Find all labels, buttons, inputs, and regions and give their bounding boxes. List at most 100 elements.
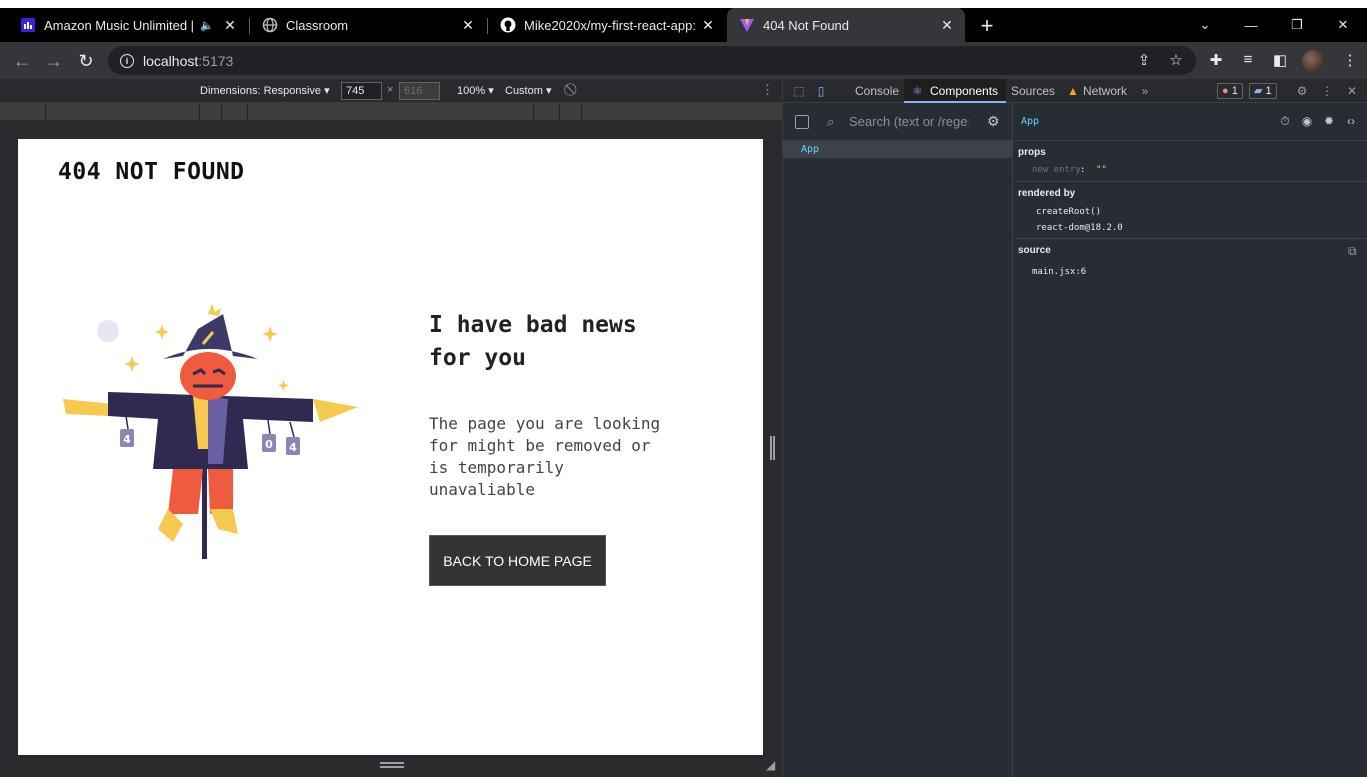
view-source-icon[interactable]: ‹›	[1343, 114, 1359, 128]
error-heading: I have bad news for you	[429, 312, 637, 371]
new-prop-key[interactable]: new entry	[1032, 165, 1081, 175]
tab-search-icon[interactable]: ⌄	[1182, 8, 1228, 42]
component-details-pane: App ⏱ ◉ ✹ ‹› props new entry : "" render…	[1014, 103, 1367, 777]
stopwatch-icon[interactable]: ⏱	[1277, 114, 1293, 129]
debug-bug-icon[interactable]: ✹	[1321, 114, 1337, 128]
can-label-right: 4	[289, 441, 297, 454]
speaker-icon[interactable]: 🔈	[200, 19, 214, 32]
tab-amazon-music[interactable]: Amazon Music Unlimited | St 🔈 ✕	[8, 8, 248, 42]
scarecrow-illustration: 4 0 4	[63, 304, 358, 559]
message-icon: ▰	[1254, 85, 1263, 97]
tab-github[interactable]: Mike2020x/my-first-react-app: Le ✕	[488, 8, 726, 42]
site-info-icon[interactable]: i	[120, 53, 134, 68]
address-bar[interactable]: i localhost:5173 ⇪ ☆	[108, 46, 1196, 75]
tree-settings-icon[interactable]: ⚙	[987, 113, 1000, 130]
select-component-icon[interactable]	[795, 115, 809, 129]
warning-icon: ▲	[1067, 84, 1079, 98]
close-tab-icon[interactable]: ✕	[698, 17, 718, 34]
viewport-width-resize-handle[interactable]	[770, 436, 775, 460]
new-prop-value[interactable]: ""	[1096, 165, 1107, 175]
new-tab-button[interactable]: +	[976, 15, 998, 38]
error-icon: ●	[1222, 85, 1229, 97]
component-tree-pane: ⌕ Search (text or /rege: ⚙ App	[783, 103, 1013, 777]
tree-row-app[interactable]: App	[783, 141, 1012, 158]
tab-title: Amazon Music Unlimited | St	[44, 17, 195, 33]
media-control-icon[interactable]: ≡	[1238, 51, 1258, 71]
device-toolbar: Dimensions: Responsive ▾ 745 × 616 100% …	[0, 79, 782, 103]
profile-avatar[interactable]	[1302, 50, 1324, 72]
url-port: :5173	[198, 52, 234, 69]
props-heading: props	[1018, 147, 1046, 158]
search-icon: ⌕	[827, 114, 835, 129]
browser-toolbar: ← → ↻ i localhost:5173 ⇪ ☆ ✚ ≡ ◧ ⋮	[0, 42, 1367, 79]
inspect-dom-eye-icon[interactable]: ◉	[1299, 114, 1315, 128]
close-tab-icon[interactable]: ✕	[220, 17, 240, 34]
tab-sources[interactable]: Sources	[1003, 79, 1063, 103]
source-file-link[interactable]: main.jsx:6	[1032, 267, 1086, 277]
viewport-height-resize-handle[interactable]	[380, 762, 404, 768]
react-icon: ⚛	[912, 84, 923, 98]
dimensions-dropdown[interactable]: Dimensions: Responsive ▾	[200, 84, 330, 97]
devtools-panel: ⬚ ▯ Console ⚛ Components Sources ▲ Network…	[782, 79, 1367, 777]
source-section: source main.jsx:6 ⧉	[1014, 239, 1367, 279]
tree-row-label: App	[801, 144, 820, 155]
can-label-left: 4	[123, 433, 131, 446]
rendered-by-heading: rendered by	[1018, 188, 1076, 199]
devtools-close-icon[interactable]: ✕	[1344, 83, 1360, 99]
dimension-separator: ×	[387, 84, 394, 96]
tab-bar: Amazon Music Unlimited | St 🔈 ✕ Classroo…	[0, 8, 1367, 42]
github-icon	[500, 17, 516, 33]
back-arrow-icon[interactable]: ←	[9, 48, 35, 74]
url-host: localhost	[143, 52, 199, 69]
bookmark-star-icon[interactable]: ☆	[1167, 51, 1185, 69]
devtools-tab-bar: ⬚ ▯ Console ⚛ Components Sources ▲ Network…	[783, 79, 1367, 103]
throttle-dropdown[interactable]: Custom ▾	[505, 84, 551, 97]
viewport-corner-resize-icon[interactable]: ◢	[766, 758, 775, 772]
inspect-element-icon[interactable]: ⬚	[791, 83, 807, 99]
devtools-settings-icon[interactable]: ⚙	[1294, 83, 1310, 99]
tab-title: 404 Not Found	[763, 17, 850, 33]
vite-icon	[739, 17, 755, 33]
device-options-icon[interactable]: ⋮	[761, 82, 774, 98]
width-input[interactable]: 745	[341, 82, 382, 100]
copy-icon[interactable]: ⧉	[1348, 244, 1357, 259]
zoom-dropdown[interactable]: 100% ▾	[457, 84, 494, 97]
back-to-home-button[interactable]: BACK TO HOME PAGE	[429, 535, 606, 586]
forward-arrow-icon[interactable]: →	[41, 48, 67, 74]
error-description: The page you are looking for might be re…	[429, 414, 661, 499]
selected-component-name: App	[1021, 116, 1040, 127]
devtools-menu-icon[interactable]: ⋮	[1319, 83, 1335, 99]
amazon-music-icon	[20, 17, 36, 33]
page-title: 404 NOT FOUND	[58, 159, 245, 185]
tab-classroom[interactable]: Classroom ✕	[250, 8, 486, 42]
more-tabs-icon[interactable]: »	[1137, 83, 1153, 99]
tab-components[interactable]: ⚛ Components	[904, 79, 1007, 103]
restore-icon[interactable]: ❐	[1274, 8, 1320, 42]
tab-404-not-found[interactable]: 404 Not Found ✕	[727, 8, 965, 42]
share-icon[interactable]: ⇪	[1135, 51, 1153, 69]
height-input[interactable]: 616	[399, 82, 440, 100]
prop-colon: :	[1080, 165, 1086, 175]
component-search-input[interactable]: Search (text or /rege:	[849, 114, 969, 129]
page-viewport: 404 NOT FOUND 4 0 4 I have bad news for …	[18, 139, 763, 755]
tab-network[interactable]: ▲ Network	[1059, 79, 1135, 103]
close-tab-icon[interactable]: ✕	[458, 17, 478, 34]
tab-title: Classroom	[286, 17, 349, 33]
extensions-puzzle-icon[interactable]: ✚	[1206, 51, 1226, 71]
close-window-icon[interactable]: ✕	[1320, 8, 1366, 42]
component-search-bar: ⌕ Search (text or /rege: ⚙	[783, 103, 1013, 141]
media-query-ruler[interactable]	[0, 103, 782, 120]
error-count-badge[interactable]: ● 1	[1217, 83, 1243, 99]
can-label-middle: 0	[265, 438, 273, 451]
close-tab-icon[interactable]: ✕	[937, 17, 957, 34]
rendered-by-item: createRoot()	[1036, 207, 1102, 217]
tab-console[interactable]: Console	[847, 79, 907, 103]
side-panel-icon[interactable]: ◧	[1270, 51, 1290, 71]
more-menu-icon[interactable]: ⋮	[1340, 51, 1360, 71]
reload-icon[interactable]: ↻	[73, 48, 99, 74]
globe-icon	[262, 17, 278, 33]
device-toggle-icon[interactable]: ▯	[813, 83, 829, 99]
window-top-edge	[0, 0, 1367, 8]
minimize-icon[interactable]: —	[1228, 8, 1274, 42]
message-count-badge[interactable]: ▰ 1	[1249, 83, 1277, 99]
